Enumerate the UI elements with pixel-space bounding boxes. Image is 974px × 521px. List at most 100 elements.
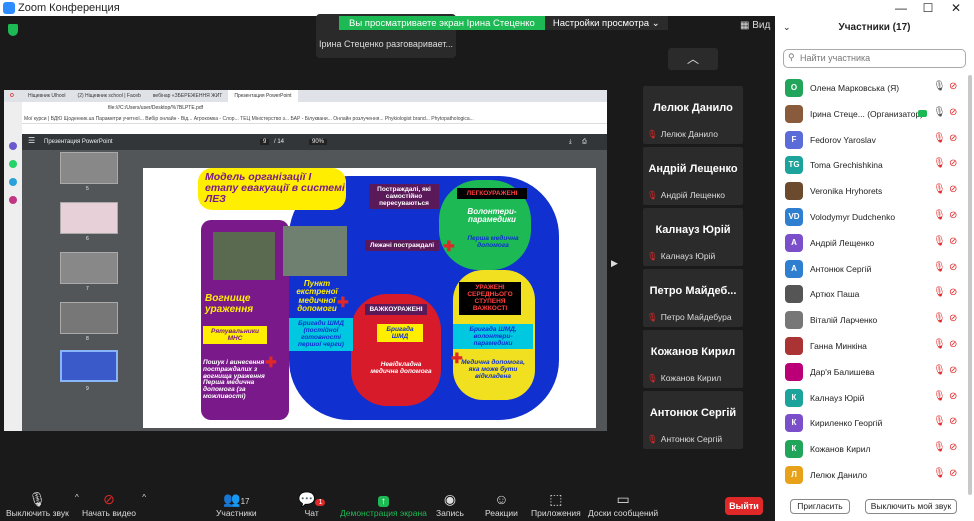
video-off-icon[interactable]: ⊘ <box>949 184 957 195</box>
view-settings-button[interactable]: Настройки просмотра ⌄ <box>544 16 668 30</box>
page-thumbnail[interactable] <box>60 202 118 234</box>
record-button[interactable]: ◉ Запись <box>436 490 464 518</box>
avatar: А <box>785 233 803 252</box>
mic-muted-icon[interactable]: 🎙 <box>933 365 946 376</box>
participant-row[interactable]: К Калнауз Юрій 🎙 ⊘ <box>775 385 974 411</box>
video-off-icon[interactable]: ⊘ <box>949 339 957 350</box>
video-off-icon[interactable]: ⊘ <box>949 210 957 221</box>
video-tile[interactable]: Антонюк Сергій 🎙 Антонюк Сергій <box>643 391 743 449</box>
video-off-icon[interactable]: ⊘ <box>949 81 957 92</box>
participant-row[interactable]: Ірина Стеце... (Организатор) 🎙 ⊘ <box>775 101 974 127</box>
address-bar[interactable]: file:///C:/Users/user/Desktop/%7BLPTE.pd… <box>4 102 607 114</box>
chevron-right-icon[interactable]: ▶ <box>611 258 618 269</box>
telegram-icon[interactable] <box>9 178 17 186</box>
microphone-icon[interactable]: 🎙 <box>933 107 946 118</box>
mic-muted-icon[interactable]: 🎙 <box>933 416 946 427</box>
maximize-icon[interactable]: ☐ <box>920 1 936 15</box>
participant-row[interactable]: Дар'я Балишева 🎙 ⊘ <box>775 359 974 385</box>
participant-row[interactable]: К Кожанов Кирил 🎙 ⊘ <box>775 436 974 462</box>
participant-row[interactable]: TG Toma Grechishkina 🎙 ⊘ <box>775 152 974 178</box>
mute-button[interactable]: 🎙 Выключить звук ^ <box>6 490 79 518</box>
share-screen-button[interactable]: ↑ Демонстрация экрана <box>340 490 427 518</box>
participant-row[interactable]: VD Volodymyr Dudchenko 🎙 ⊘ <box>775 204 974 230</box>
mic-muted-icon[interactable]: 🎙 <box>933 133 946 144</box>
participant-row[interactable]: А Андрій Лещенко 🎙 ⊘ <box>775 230 974 256</box>
mic-muted-icon[interactable]: 🎙 <box>933 287 946 298</box>
video-off-icon[interactable]: ⊘ <box>949 416 957 427</box>
chevron-up-icon[interactable]: ︿ <box>668 48 718 70</box>
participant-row[interactable]: А Антонюк Сергій 🎙 ⊘ <box>775 256 974 282</box>
page-thumbnail[interactable] <box>60 302 118 334</box>
participant-row[interactable]: Л Лелюк Данило 🎙 ⊘ <box>775 462 974 488</box>
video-tile[interactable]: Калнауз Юрій 🎙 Калнауз Юрій <box>643 208 743 266</box>
participant-row[interactable]: Ганна Минкіна 🎙 ⊘ <box>775 333 974 359</box>
mic-muted-icon[interactable]: 🎙 <box>933 184 946 195</box>
participant-row[interactable]: F Fedorov Yaroslav 🎙 ⊘ <box>775 127 974 153</box>
whatsapp-icon[interactable] <box>9 160 17 168</box>
browser-tab[interactable]: Ніщевник Ulhool <box>22 90 72 102</box>
video-off-icon[interactable]: ⊘ <box>949 107 957 118</box>
participants-button[interactable]: 👥17 Участники <box>216 490 257 518</box>
participant-row[interactable]: Veronika Hryhorets 🎙 ⊘ <box>775 178 974 204</box>
video-off-icon[interactable]: ⊘ <box>949 133 957 144</box>
caret-up-icon[interactable]: ^ <box>142 493 146 502</box>
security-shield-icon[interactable] <box>8 24 18 36</box>
scrollbar[interactable] <box>968 75 972 495</box>
invite-button[interactable]: Пригласить <box>790 499 850 514</box>
caret-up-icon[interactable]: ^ <box>75 493 79 502</box>
video-off-icon[interactable]: ⊘ <box>949 262 957 273</box>
messenger-icon[interactable] <box>9 142 17 150</box>
page-number[interactable]: 9 <box>260 139 270 145</box>
zoom-level[interactable]: 90% <box>309 139 328 145</box>
video-off-icon[interactable]: ⊘ <box>949 391 957 402</box>
mic-muted-icon[interactable]: 🎙 <box>933 210 946 221</box>
instagram-icon[interactable] <box>9 196 17 204</box>
video-off-icon[interactable]: ⊘ <box>949 287 957 298</box>
browser-tab-active[interactable]: Презентация PowerPoint <box>228 90 298 102</box>
close-icon[interactable]: ✕ <box>948 1 964 15</box>
page-thumbnail-active[interactable] <box>60 350 118 382</box>
mic-muted-icon[interactable]: 🎙 <box>933 468 946 479</box>
reactions-label: Реакции <box>485 508 518 518</box>
video-tile[interactable]: Петро Майдеб... 🎙 Петро Майдебура <box>643 269 743 327</box>
video-off-icon[interactable]: ⊘ <box>949 313 957 324</box>
participant-row[interactable]: Артюх Паша 🎙 ⊘ <box>775 281 974 307</box>
print-icon[interactable]: ⎙ <box>582 139 587 146</box>
chat-button[interactable]: 💬 1 Чат <box>298 490 326 518</box>
video-tile[interactable]: Кожанов Кирил 🎙 Кожанов Кирил <box>643 330 743 388</box>
view-button[interactable]: ▦ Вид <box>740 20 770 31</box>
browser-tab[interactable]: вебінар «ЗБЕРЕЖЕННЯ ЖИТ <box>147 90 229 102</box>
mic-muted-icon[interactable]: 🎙 <box>933 442 946 453</box>
participant-row[interactable]: О Олена Марковська (Я) 🎙 ⊘ <box>775 75 974 101</box>
menu-icon[interactable]: ☰ <box>28 136 35 145</box>
mic-muted-icon[interactable]: 🎙 <box>933 236 946 247</box>
apps-button[interactable]: ⬚ Приложения <box>531 490 581 518</box>
mic-muted-icon[interactable]: 🎙 <box>933 339 946 350</box>
participant-row[interactable]: К Кириленко Георгій 🎙 ⊘ <box>775 410 974 436</box>
mic-muted-icon[interactable]: 🎙 <box>933 313 946 324</box>
participant-search-input[interactable]: ⚲ Найти участника <box>783 49 966 68</box>
video-tile[interactable]: Андрій Лещенко 🎙 Андрій Лещенко <box>643 147 743 205</box>
download-icon[interactable]: ⤓ <box>569 139 572 146</box>
bookmarks-bar[interactable]: Мої курси | ВДЮ Щоденник.ua Параметри уч… <box>4 114 607 124</box>
video-off-icon[interactable]: ⊘ <box>949 236 957 247</box>
leave-button[interactable]: Выйти <box>725 497 763 515</box>
video-off-icon[interactable]: ⊘ <box>949 158 957 169</box>
video-off-icon[interactable]: ⊘ <box>949 468 957 479</box>
minimize-icon[interactable]: — <box>893 1 909 15</box>
mic-muted-icon[interactable]: 🎙 <box>933 262 946 273</box>
mic-muted-icon[interactable]: 🎙 <box>933 391 946 402</box>
microphone-icon[interactable]: 🎙 <box>933 81 946 92</box>
mic-muted-icon[interactable]: 🎙 <box>933 158 946 169</box>
mute-self-button[interactable]: Выключить мой звук <box>865 499 957 514</box>
video-off-icon[interactable]: ⊘ <box>949 365 957 376</box>
video-tile[interactable]: Лелюк Данило 🎙 Лелюк Данило <box>643 86 743 144</box>
reactions-button[interactable]: ☺ Реакции <box>485 490 518 518</box>
page-thumbnail[interactable] <box>60 252 118 284</box>
whiteboard-button[interactable]: ▭ Доски сообщений <box>588 490 658 518</box>
video-off-icon[interactable]: ⊘ <box>949 442 957 453</box>
participant-row[interactable]: Віталій Ларченко 🎙 ⊘ <box>775 307 974 333</box>
browser-tab[interactable]: (2) Ніщевник school | Faceb <box>72 90 147 102</box>
start-video-button[interactable]: ⊘ Начать видео ^ <box>82 490 146 518</box>
page-thumbnail[interactable] <box>60 152 118 184</box>
